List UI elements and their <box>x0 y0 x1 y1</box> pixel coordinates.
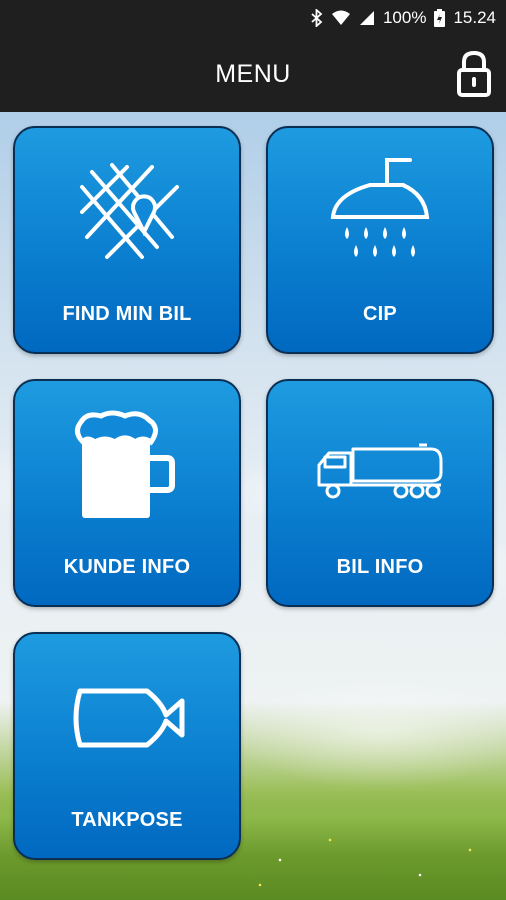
kunde-info-button[interactable]: KUNDE INFO <box>13 379 241 607</box>
tanker-truck-icon <box>268 405 492 525</box>
beer-mug-icon <box>15 405 239 525</box>
status-bar: 100% 15.24 <box>0 0 506 36</box>
clock: 15.24 <box>453 8 496 27</box>
bluetooth-icon <box>311 9 323 27</box>
app-bar: MENU <box>0 36 506 112</box>
tankpose-button[interactable]: TANKPOSE <box>13 632 241 860</box>
tankpose-label: TANKPOSE <box>71 809 183 831</box>
lock-icon[interactable] <box>456 50 492 98</box>
bil-info-button[interactable]: BIL INFO <box>266 379 494 607</box>
kunde-info-label: KUNDE INFO <box>63 556 191 578</box>
shower-icon <box>268 152 492 272</box>
bil-info-label: BIL INFO <box>336 556 424 578</box>
signal-icon <box>359 10 375 26</box>
wifi-icon <box>331 10 351 26</box>
battery-percentage: 100% <box>382 8 427 27</box>
cip-label: CIP <box>363 303 397 325</box>
cip-button[interactable]: CIP <box>266 126 494 354</box>
battery-icon <box>434 9 446 27</box>
map-pin-icon <box>15 152 239 272</box>
find-min-bil-label: FIND MIN BIL <box>62 303 192 325</box>
page-title: MENU <box>215 59 291 88</box>
tank-bag-icon <box>15 658 239 778</box>
find-min-bil-button[interactable]: FIND MIN BIL <box>13 126 241 354</box>
